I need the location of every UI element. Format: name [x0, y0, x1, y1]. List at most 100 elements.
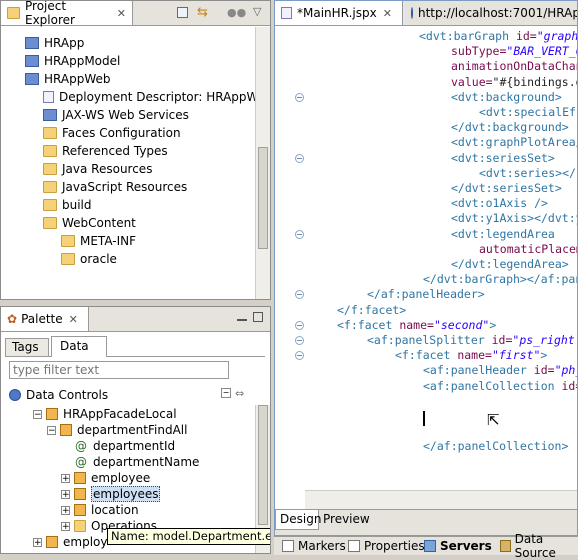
project-tree-item[interactable]: HRAppWeb [25, 70, 110, 88]
data-control-item[interactable]: + employ [33, 534, 107, 550]
close-icon[interactable]: ✕ [117, 7, 126, 20]
collapse-section-icon[interactable]: − [221, 388, 231, 398]
drag-cursor-icon: ⇱ [487, 411, 500, 429]
tab-preview[interactable]: Preview [319, 510, 370, 530]
editor-tab-label: *MainHR.jspx [297, 6, 377, 20]
javascript-icon [43, 181, 57, 193]
code-line[interactable]: </dvt:barGraph></af:pan [423, 272, 577, 287]
link-icon[interactable]: ⇔ [235, 387, 244, 400]
code-line[interactable]: <af:panelHeader id="ph_ [423, 363, 577, 378]
code-line[interactable]: <dvt:graphPlotArea/ [451, 135, 577, 150]
data-control-item[interactable]: + location [61, 502, 139, 518]
project-tree-item[interactable]: oracle [61, 250, 117, 268]
project-tree-item[interactable]: Java Resources [43, 160, 152, 178]
tab-properties[interactable]: Properties [348, 538, 425, 554]
code-line[interactable]: <dvt:seriesSet> [451, 151, 555, 166]
data-control-item[interactable]: @ departmentName [61, 454, 199, 470]
project-tree-item[interactable]: HRAppModel [25, 52, 120, 70]
fold-marker-icon[interactable] [295, 351, 304, 361]
project-tree-item[interactable]: JAX-WS Web Services [43, 106, 189, 124]
editor-tab-label: http://localhost:7001/HRApp [418, 6, 578, 20]
code-line[interactable]: <dvt:series></ [479, 166, 576, 181]
scrollbar-thumb[interactable] [258, 405, 268, 525]
code-line[interactable]: <dvt:specialEff [479, 105, 577, 120]
close-icon[interactable]: ✕ [383, 7, 392, 20]
tab-data-source[interactable]: Data Source [500, 532, 578, 560]
data-controls-header[interactable]: Data Controls − ⇔ [9, 386, 249, 404]
editor-tab-mainhr[interactable]: *MainHR.jspx ✕ [275, 1, 403, 25]
expand-icon[interactable]: + [61, 473, 70, 483]
project-tree-scrollbar[interactable] [255, 27, 270, 299]
code-line[interactable]: <dvt:background> [451, 90, 562, 105]
expand-icon[interactable]: + [61, 489, 70, 499]
tab-servers[interactable]: Servers [424, 538, 492, 554]
code-line[interactable]: <af:panelSplitter id="ps_right [367, 333, 575, 348]
palette-tab[interactable]: ✿ Palette ✕ [1, 307, 89, 331]
tab-data[interactable]: Data [51, 336, 107, 357]
code-line[interactable]: subType="BAR_VERT_C [451, 44, 577, 59]
link-with-editor-icon[interactable]: ⇆ [197, 5, 208, 20]
code-area[interactable]: <dvt:barGraph id="graph subType="BAR_VERT… [275, 27, 577, 491]
project-tree-item[interactable]: Deployment Descriptor: HRAppWe [43, 88, 265, 106]
expand-icon[interactable]: + [61, 521, 70, 531]
code-line[interactable]: </af:panelHeader> [367, 287, 485, 302]
fold-marker-icon[interactable] [295, 92, 304, 102]
tab-tags[interactable]: Tags [5, 338, 49, 356]
fold-marker-icon[interactable] [295, 153, 304, 163]
data-control-item[interactable]: − departmentFindAll [47, 422, 187, 438]
servers-icon [424, 540, 436, 552]
editor-hscrollbar[interactable] [305, 490, 577, 509]
code-line[interactable]: value="#{bindings.d [451, 75, 577, 90]
code-line[interactable]: <dvt:y1Axis></dvt:y [451, 211, 577, 226]
minimize-icon[interactable] [237, 319, 247, 321]
palette-subtabs: Tags Data [5, 336, 265, 357]
collapse-all-icon[interactable] [177, 7, 188, 18]
code-line[interactable]: </f:facet> [337, 303, 406, 318]
code-line[interactable]: <f:facet name="second"> [337, 318, 496, 333]
editor-tab-browser[interactable]: http://localhost:7001/HRApp [405, 1, 578, 25]
collapse-icon[interactable]: − [47, 425, 56, 435]
tab-design[interactable]: Design [275, 510, 321, 530]
project-tree-item[interactable]: Referenced Types [43, 142, 168, 160]
data-control-label: HRAppFacadeLocal [63, 407, 177, 421]
maximize-icon[interactable] [253, 312, 263, 322]
fold-marker-icon[interactable] [295, 320, 304, 330]
code-line[interactable]: <f:facet name="first"> [395, 348, 547, 363]
code-line[interactable]: automaticPlacem [479, 242, 577, 257]
collapse-icon[interactable]: − [33, 409, 42, 419]
project-tree-item[interactable]: META-INF [61, 232, 136, 250]
fold-marker-icon[interactable] [295, 229, 304, 239]
data-control-item[interactable]: + employee [61, 470, 150, 486]
code-line[interactable]: <dvt:legendArea [451, 227, 555, 242]
code-line[interactable]: </dvt:seriesSet> [451, 181, 562, 196]
code-line[interactable]: </dvt:legendArea> [451, 257, 569, 272]
code-token: </dvt:legendArea> [451, 257, 569, 271]
scrollbar-thumb[interactable] [258, 147, 268, 249]
minimize-icon[interactable]: ▽ [253, 5, 261, 18]
data-control-item[interactable]: @ departmentId [61, 438, 175, 454]
data-control-item[interactable]: + employees [61, 486, 161, 502]
code-line[interactable]: </af:panelCollection> [423, 439, 568, 454]
code-line[interactable]: <af:panelCollection id= [423, 379, 577, 394]
expand-icon[interactable]: + [33, 537, 42, 547]
jspx-file-icon [281, 7, 292, 19]
filter-input[interactable] [9, 361, 229, 379]
data-controls-icon [9, 389, 21, 401]
data-control-item[interactable]: − HRAppFacadeLocal [33, 406, 177, 422]
project-tree-item[interactable]: WebContent [43, 214, 136, 232]
fold-marker-icon[interactable] [295, 290, 304, 300]
project-explorer-tab[interactable]: Project Explorer ✕ [1, 1, 133, 27]
project-tree-item[interactable]: HRApp [25, 34, 84, 52]
fold-marker-icon[interactable] [295, 336, 304, 345]
view-menu-icon[interactable]: ●● [227, 6, 246, 19]
project-tree-item[interactable]: JavaScript Resources [43, 178, 187, 196]
expand-icon[interactable]: + [61, 505, 70, 515]
code-line[interactable]: <dvt:o1Axis /> [451, 196, 548, 211]
close-icon[interactable]: ✕ [69, 313, 78, 326]
tab-markers[interactable]: Markers [282, 538, 346, 554]
code-line[interactable]: animationOnDataChan [451, 59, 577, 74]
code-line[interactable]: <dvt:barGraph id="graph [419, 29, 577, 44]
project-tree-item[interactable]: build [43, 196, 92, 214]
project-tree-item[interactable]: Faces Configuration [43, 124, 181, 142]
code-line[interactable]: </dvt:background> [451, 120, 569, 135]
